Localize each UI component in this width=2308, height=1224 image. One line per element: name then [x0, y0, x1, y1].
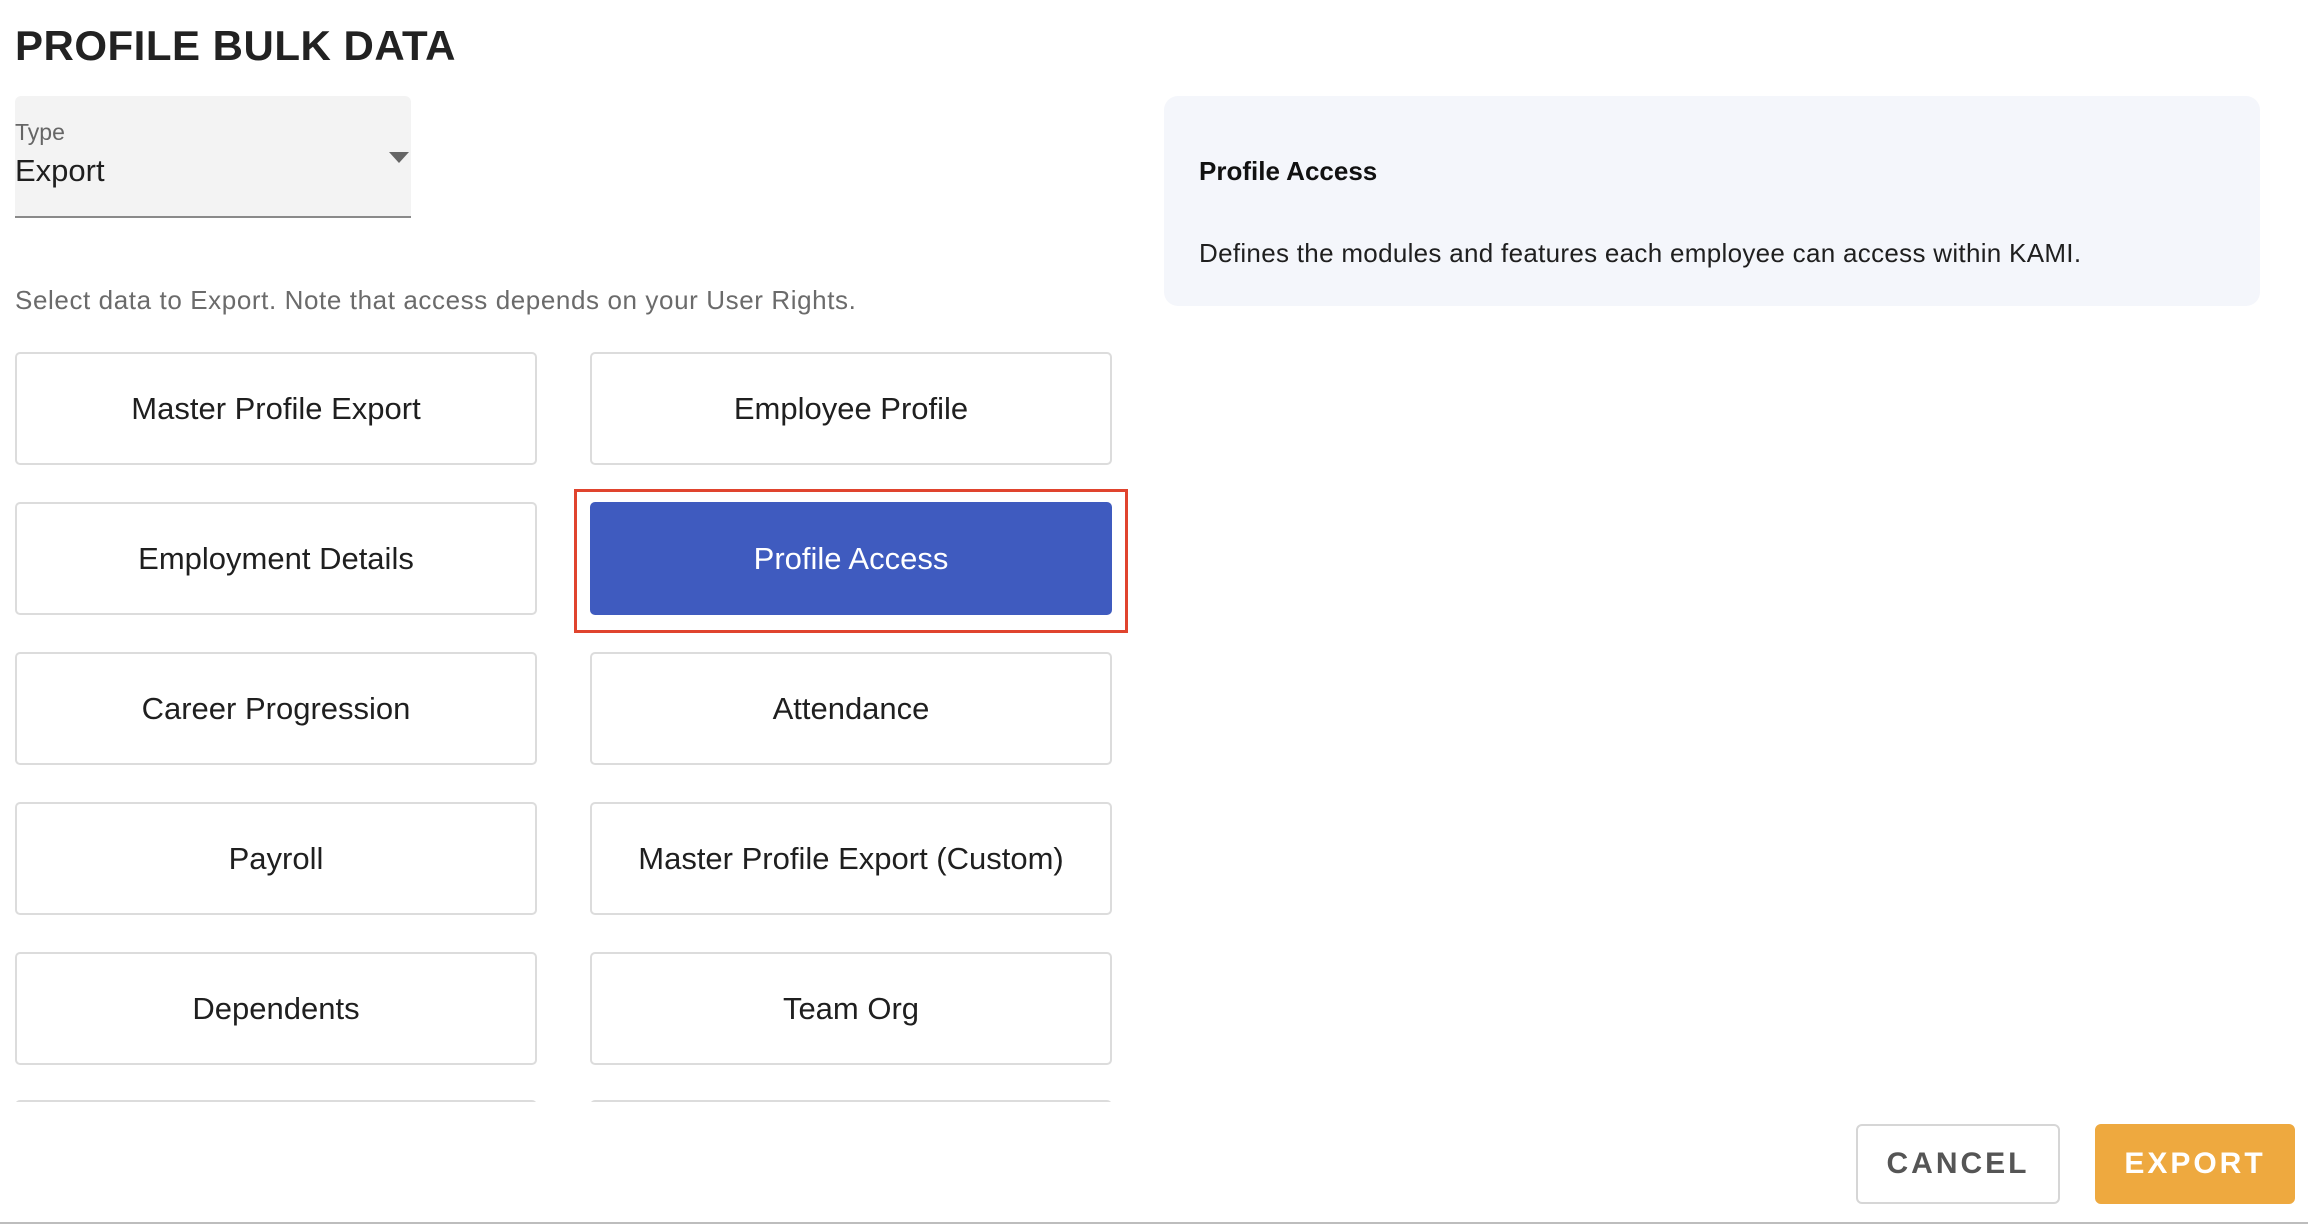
type-select-value: Export	[15, 153, 105, 188]
option-profile-access[interactable]: Profile Access	[590, 502, 1112, 615]
option-attendance[interactable]: Attendance	[590, 652, 1112, 765]
option-team-org[interactable]: Team Org	[590, 952, 1112, 1065]
export-button[interactable]: EXPORT	[2095, 1124, 2295, 1204]
caret-down-icon[interactable]	[389, 152, 409, 163]
page-title: PROFILE BULK DATA	[15, 22, 456, 69]
option-employment-details[interactable]: Employment Details	[15, 502, 537, 615]
option-dependents[interactable]: Dependents	[15, 952, 537, 1065]
option-partial-row-left[interactable]	[15, 1100, 537, 1102]
info-panel: Profile Access Defines the modules and f…	[1164, 96, 2260, 306]
data-option-grid: Master Profile Export Employee Profile E…	[15, 352, 1113, 1102]
helper-text: Select data to Export. Note that access …	[15, 285, 857, 315]
option-employee-profile[interactable]: Employee Profile	[590, 352, 1112, 465]
type-select-label: Type	[15, 119, 65, 145]
info-panel-description: Defines the modules and features each em…	[1199, 238, 2082, 268]
info-panel-title: Profile Access	[1199, 156, 1378, 186]
cancel-button[interactable]: CANCEL	[1856, 1124, 2060, 1204]
option-master-profile-export-custom[interactable]: Master Profile Export (Custom)	[590, 802, 1112, 915]
option-career-progression[interactable]: Career Progression	[15, 652, 537, 765]
option-partial-row-right[interactable]	[590, 1100, 1112, 1102]
profile-bulk-data-page: PROFILE BULK DATA Type Export Select dat…	[0, 0, 2308, 1224]
type-select[interactable]: Type Export	[15, 96, 411, 218]
option-master-profile-export[interactable]: Master Profile Export	[15, 352, 537, 465]
option-payroll[interactable]: Payroll	[15, 802, 537, 915]
